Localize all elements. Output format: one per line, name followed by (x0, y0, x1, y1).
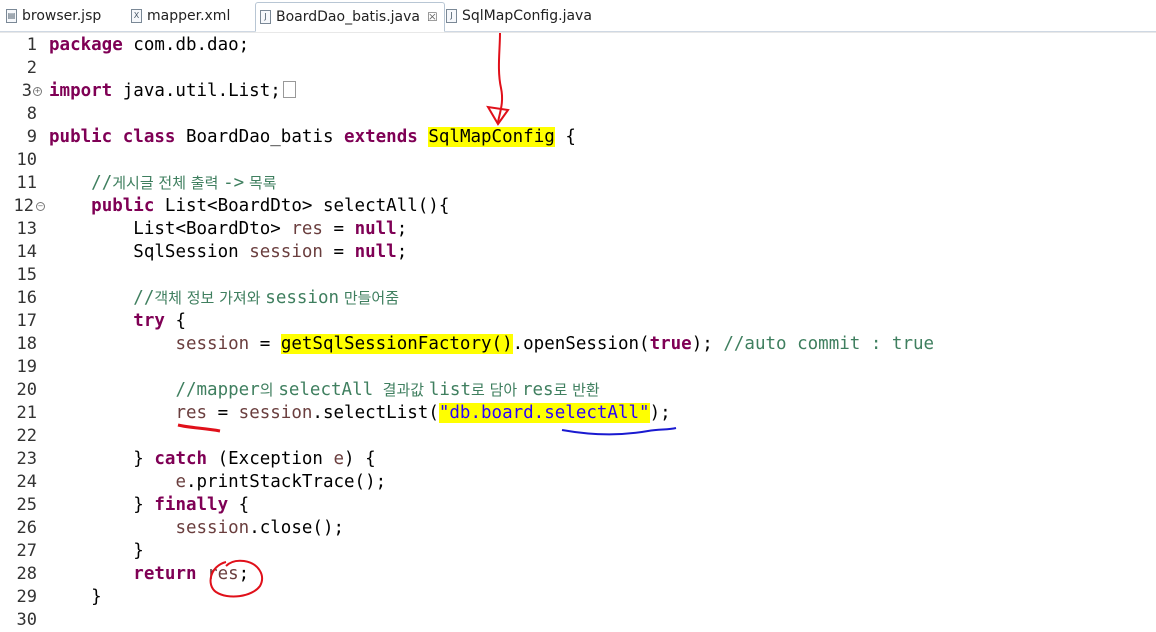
tab-label: BoardDao_batis.java (276, 9, 420, 25)
code-line: 15 (0, 264, 1156, 287)
xml-file-icon: X (131, 9, 142, 23)
code-line: 26 session.close(); (0, 517, 1156, 540)
editor-tab-bar: ▤ browser.jsp X mapper.xml J BoardDao_ba… (0, 0, 1156, 32)
line-number: 8 (26, 104, 37, 124)
line-number: 9 (26, 127, 37, 147)
code-line: 12 − public List<BoardDto> selectAll(){ (0, 195, 1156, 218)
code-line: 20 //mapper의 selectAll 결과값 list로 담아 res로… (0, 379, 1156, 402)
code-line: 28 return res; (0, 563, 1156, 586)
code-line: 3 + import java.util.List; (0, 80, 1156, 103)
collapsed-imports-icon[interactable] (282, 81, 296, 98)
code-editor[interactable]: 1 package com.db.dao; 2 3 + import java.… (0, 32, 1156, 630)
highlighted-factory-call: getSqlSessionFactory() (280, 334, 513, 354)
line-number: 21 (16, 403, 37, 423)
java-file-icon: J (446, 9, 457, 23)
line-number: 17 (16, 311, 37, 331)
code-line: 29 } (0, 586, 1156, 609)
code-line: 16 //객체 정보 가져와 session 만들어줌 (0, 287, 1156, 310)
line-number: 18 (16, 334, 37, 354)
line-number: 23 (16, 449, 37, 469)
line-number: 16 (16, 288, 37, 308)
code-line: 2 (0, 57, 1156, 80)
expand-fold-icon[interactable]: + (33, 87, 42, 96)
line-number: 13 (16, 219, 37, 239)
line-number: 22 (16, 426, 37, 446)
line-number: 1 (26, 35, 37, 55)
code-line: 22 (0, 425, 1156, 448)
line-number: 15 (16, 265, 37, 285)
line-number: 10 (16, 150, 37, 170)
code-line: 19 (0, 356, 1156, 379)
tab-boarddao-batis-java[interactable]: J BoardDao_batis.java ☒ (255, 2, 445, 32)
code-line: 14 SqlSession session = null; (0, 241, 1156, 264)
highlighted-superclass: SqlMapConfig (428, 127, 555, 147)
code-line: 21 res = session.selectList("db.board.se… (0, 402, 1156, 425)
line-number: 14 (16, 242, 37, 262)
jsp-file-icon: ▤ (6, 9, 17, 23)
close-tab-icon[interactable]: ☒ (427, 10, 438, 24)
code-line: 18 session = getSqlSessionFactory().open… (0, 333, 1156, 356)
code-line: 13 List<BoardDto> res = null; (0, 218, 1156, 241)
line-number: 2 (26, 58, 37, 78)
tab-label: mapper.xml (147, 8, 231, 24)
tab-sqlmapconfig-java[interactable]: J SqlMapConfig.java (446, 2, 592, 30)
line-number: 27 (16, 541, 37, 561)
line-number: 26 (16, 518, 37, 538)
line-number: 24 (16, 472, 37, 492)
code-line: 23 } catch (Exception e) { (0, 448, 1156, 471)
tab-label: browser.jsp (22, 8, 102, 24)
code-line: 17 try { (0, 310, 1156, 333)
code-line: 27 } (0, 540, 1156, 563)
line-number: 29 (16, 587, 37, 607)
code-line: 10 (0, 149, 1156, 172)
code-line: 8 (0, 103, 1156, 126)
tab-browser-jsp[interactable]: ▤ browser.jsp (6, 2, 101, 30)
line-number: 19 (16, 357, 37, 377)
collapse-fold-icon[interactable]: − (36, 202, 45, 211)
line-number: 11 (16, 173, 37, 193)
line-number: 28 (16, 564, 37, 584)
code-line: 25 } finally { (0, 494, 1156, 517)
tab-mapper-xml[interactable]: X mapper.xml (131, 2, 230, 30)
highlighted-mapper-id: "db.board.selectAll" (438, 403, 650, 423)
line-number: 3 (21, 81, 32, 101)
code-line: 1 package com.db.dao; (0, 34, 1156, 57)
line-number: 20 (16, 380, 37, 400)
java-file-icon: J (260, 10, 271, 24)
tab-label: SqlMapConfig.java (462, 8, 592, 24)
code-line: 9 public class BoardDao_batis extends Sq… (0, 126, 1156, 149)
line-number: 12 (13, 196, 34, 216)
line-number: 25 (16, 495, 37, 515)
code-line: 24 e.printStackTrace(); (0, 471, 1156, 494)
code-line: 11 //게시글 전체 출력 -> 목록 (0, 172, 1156, 195)
